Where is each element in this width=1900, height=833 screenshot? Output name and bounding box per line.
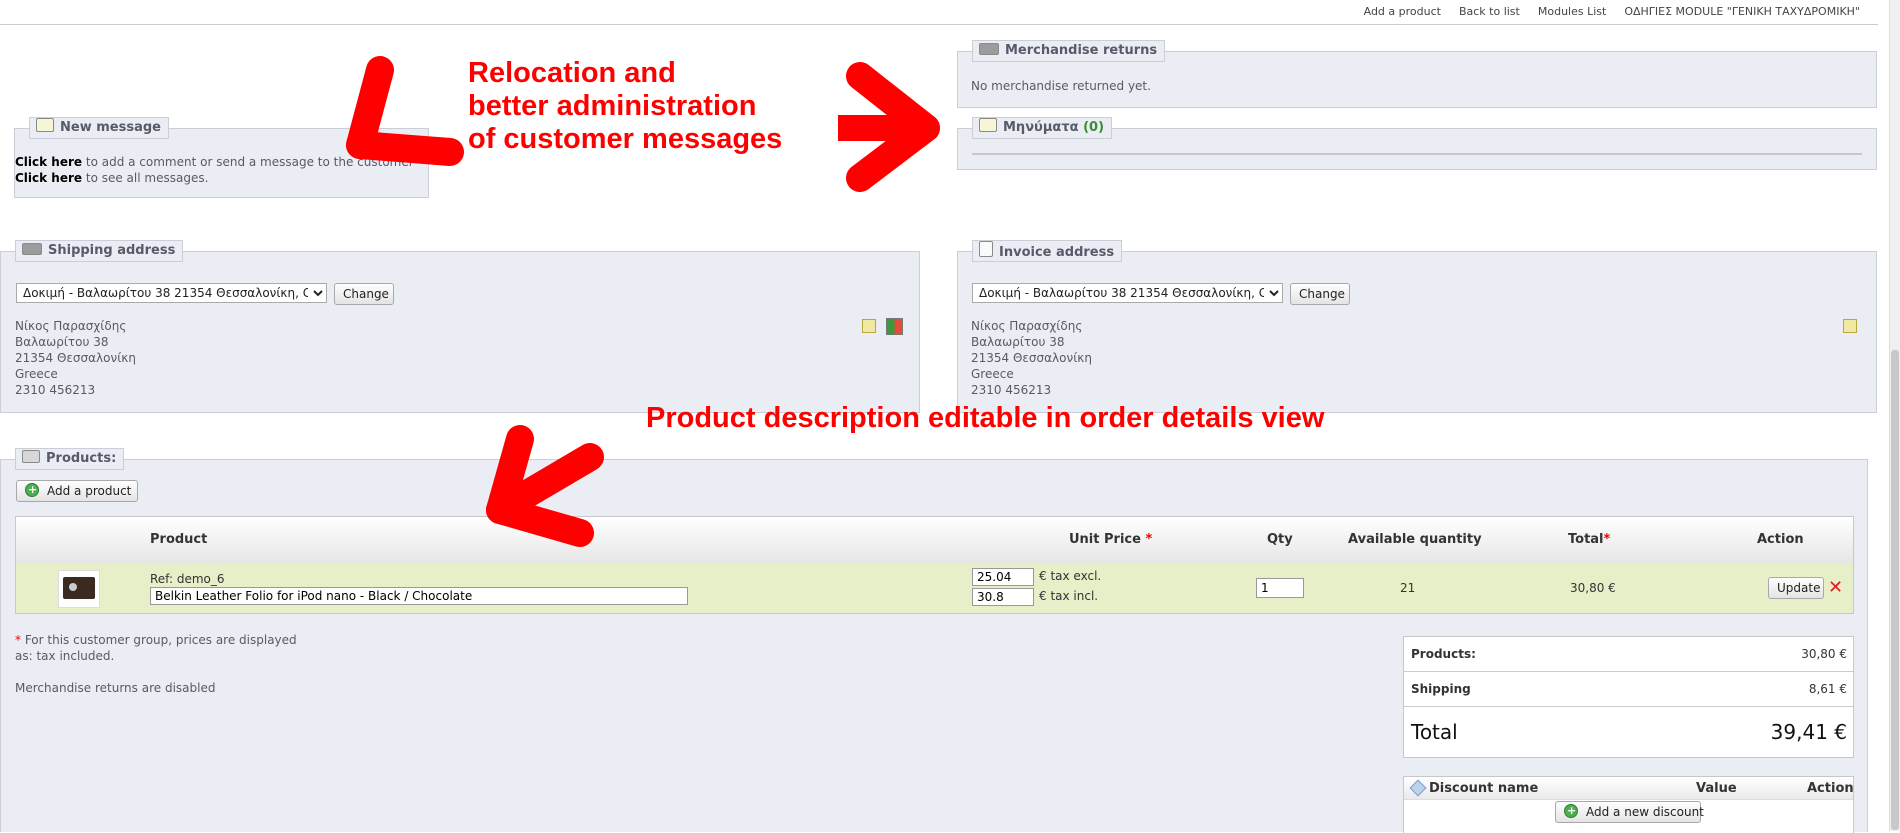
scrollbar-thumb[interactable] [1891,350,1899,830]
add-discount-button[interactable]: Add a new discount [1555,801,1704,823]
add-product-button[interactable]: Add a product [16,480,138,502]
price-incl-input[interactable] [972,588,1034,606]
totals-products-row: Products: 30,80 € [1404,637,1853,672]
discounts-header: Discount name Value Action [1404,777,1854,800]
shipping-address-legend: Shipping address [15,240,184,262]
tag-icon [1409,779,1427,797]
toolbar-links: Add a product Back to list Modules List … [1346,5,1860,18]
invoice-address-legend: Invoice address [972,240,1123,262]
truck-icon [22,243,42,255]
returns-disabled-text: Merchandise returns are disabled [15,681,216,695]
see-all-messages-link[interactable]: Click here [15,171,82,185]
add-comment-link[interactable]: Click here [15,155,82,169]
cart-icon [22,450,40,463]
header-action: Action [1757,532,1804,547]
messages-count: (0) [1083,120,1105,135]
merchandise-returns-text: No merchandise returned yet. [971,79,1151,93]
order-totals: Products: 30,80 € Shipping 8,61 € Total … [1403,636,1854,758]
available-quantity: 21 [1400,581,1416,595]
quantity-input[interactable] [1256,578,1304,598]
annotation-product-description: Product description editable in order de… [646,402,1325,434]
messages-divider [972,153,1862,155]
shipping-address-select[interactable]: Δοκιμή - Βαλαωρίτου 38 21354 Θεσσαλονίκη… [16,283,327,303]
shipping-address-lines: Νίκος Παρασχίδης Βαλαωρίτου 38 21354 Θεσ… [15,319,136,397]
merchandise-returns-panel: Merchandise returns No merchandise retur… [957,40,1877,108]
arrow-left-icon [346,56,464,166]
totals-shipping-row: Shipping 8,61 € [1404,672,1853,707]
messages-panel: Μηνύματα (0) [957,117,1877,170]
invoice-address-panel: Invoice address Δοκιμή - Βαλαωρίτου 38 2… [957,240,1877,413]
products-table-header: Product Unit Price * Qty Available quant… [15,516,1854,564]
invoice-icon [979,241,993,257]
price-display-note: * For this customer group, prices are di… [15,633,297,663]
price-excl-label: € tax excl. [1039,569,1102,583]
row-total: 30,80 € [1570,581,1616,595]
header-total: Total* [1568,532,1611,547]
edit-address-icon[interactable] [862,319,876,333]
arrow-down-left-icon [486,425,604,547]
discounts-panel: Discount name Value Action Add a new dis… [1403,776,1854,833]
header-product: Product [150,532,208,547]
invoice-address-lines: Νίκος Παρασχίδης Βαλαωρίτου 38 21354 Θεσ… [971,319,1092,397]
truck-icon [979,43,999,55]
product-ref: Ref: demo_6 [150,572,225,586]
add-icon [1564,801,1578,821]
toolbar-modules-list-link[interactable]: Modules List [1538,5,1606,18]
price-excl-input[interactable] [972,568,1034,586]
google-maps-icon[interactable] [886,318,903,335]
product-name-input[interactable] [150,587,688,605]
arrow-right-icon [838,62,940,192]
table-row: Ref: demo_6 € tax excl. € tax incl. 21 3… [15,563,1854,614]
toolbar-module-guide-link[interactable]: ΟΔΗΓΙΕΣ MODULE "ΓΕΝΙΚΗ ΤΑΧΥΔΡΟΜΙΚΗ" [1624,5,1860,18]
price-incl-label: € tax incl. [1039,589,1099,603]
toolbar-back-to-list-link[interactable]: Back to list [1459,5,1520,18]
merchandise-returns-legend: Merchandise returns [972,40,1166,62]
edit-icon [979,118,997,132]
shipping-change-button[interactable]: Change [334,283,394,305]
header-qty: Qty [1267,532,1293,547]
products-legend: Products: [15,448,125,470]
shipping-address-panel: Shipping address Δοκιμή - Βαλαωρίτου 38 … [0,240,920,413]
update-button[interactable]: Update [1768,577,1824,599]
totals-total-row: Total 39,41 € [1411,720,1847,744]
invoice-change-button[interactable]: Change [1290,283,1350,305]
header-unit-price: Unit Price * [1069,532,1153,547]
invoice-address-select[interactable]: Δοκιμή - Βαλαωρίτου 38 21354 Θεσσαλονίκη… [972,283,1283,303]
header-available-quantity: Available quantity [1348,532,1482,547]
new-message-legend: New message [29,117,169,139]
delete-icon[interactable]: ✕ [1828,577,1843,598]
products-panel: Products: Add a product Product Unit Pri… [0,448,1868,833]
add-icon [25,480,39,500]
edit-icon [36,118,54,132]
product-thumbnail [58,570,100,608]
messages-legend: Μηνύματα (0) [972,117,1113,139]
edit-address-icon[interactable] [1843,319,1857,333]
annotation-messages: Relocation and better administration of … [468,57,783,155]
toolbar-add-product-link[interactable]: Add a product [1364,5,1441,18]
